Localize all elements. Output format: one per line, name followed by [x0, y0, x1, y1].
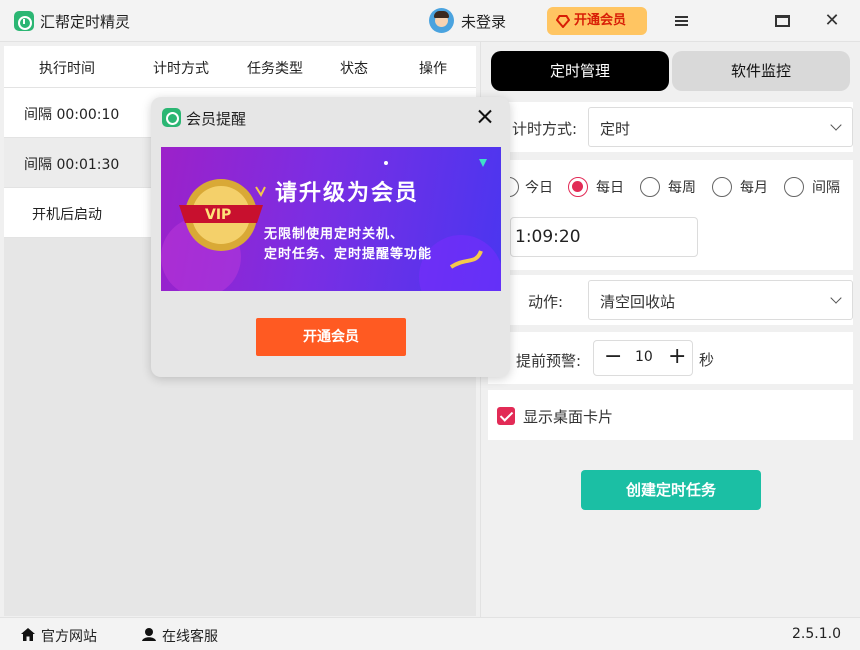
radio-monthly[interactable] [712, 177, 732, 197]
timing-mode-row: 计时方式: 定时 [488, 102, 853, 152]
open-membership-button[interactable]: 开通会员 [256, 318, 406, 356]
table-header: 执行时间 计时方式 任务类型 状态 操作 [4, 46, 476, 88]
timing-mode-select[interactable]: 定时 [588, 107, 853, 147]
alarm-clock-icon [162, 108, 181, 127]
radio-weekly[interactable] [640, 177, 660, 197]
action-value: 清空回收站 [600, 293, 676, 311]
column-header: 计时方式 [153, 61, 209, 77]
tab-software-monitor[interactable]: 软件监控 [672, 51, 850, 91]
tab-timer-management[interactable]: 定时管理 [491, 51, 669, 91]
execution-time: 间隔 00:01:30 [24, 157, 120, 173]
time-input[interactable]: 1:09:20 [510, 217, 698, 257]
execution-time: 间隔 00:00:10 [24, 107, 120, 123]
action-label: 动作: [528, 293, 564, 311]
banner-heading: 请升级为会员 [275, 181, 420, 206]
execution-time: 开机后启动 [32, 207, 102, 223]
diamond-heart-icon [556, 15, 570, 28]
show-card-row: 显示桌面卡片 [488, 390, 853, 440]
dialog-title: 会员提醒 [186, 110, 247, 128]
app-title: 汇帮定时精灵 [40, 13, 131, 31]
home-icon[interactable] [20, 627, 36, 642]
warning-value[interactable]: 10 [635, 349, 653, 365]
warning-row: 提前预警: − 10 + 秒 [488, 332, 853, 384]
radio-label: 每月 [740, 180, 768, 196]
maximize-icon[interactable] [770, 8, 796, 34]
create-task-button[interactable]: 创建定时任务 [581, 470, 761, 510]
version-number: 2.5.1.0 [792, 626, 841, 642]
warning-label: 提前预警: [516, 352, 582, 370]
vip-banner[interactable]: VIP 请升级为会员 无限制使用定时关机、 定时任务、定时提醒等功能 [161, 147, 501, 291]
banner-line: 定时任务、定时提醒等功能 [264, 247, 433, 262]
action-row: 动作: 清空回收站 [488, 275, 853, 325]
time-value: 1:09:20 [515, 227, 581, 247]
close-icon[interactable] [473, 105, 497, 129]
alarm-clock-icon [14, 11, 34, 31]
login-status[interactable]: 未登录 [461, 11, 506, 32]
chevron-down-icon [830, 119, 842, 131]
warning-stepper[interactable]: − 10 + [593, 340, 693, 376]
vip-badge-text: VIP [205, 207, 232, 223]
action-select[interactable]: 清空回收站 [588, 280, 853, 320]
radio-label: 今日 [525, 180, 553, 196]
column-header: 任务类型 [247, 61, 303, 77]
show-card-checkbox[interactable] [497, 407, 515, 425]
column-header: 操作 [419, 61, 447, 77]
plus-icon[interactable]: + [668, 343, 686, 371]
menu-icon[interactable] [669, 8, 695, 34]
chevron-down-icon [830, 292, 842, 304]
column-header: 状态 [340, 61, 368, 77]
title-bar: 汇帮定时精灵 未登录 开通会员 ✕ [0, 0, 860, 42]
membership-reminder-dialog: 会员提醒 VIP 请升级为会员 无限制使用定时关机、 定时任务、定时提醒等功能 … [151, 97, 510, 377]
column-header: 执行时间 [39, 61, 95, 77]
banner-line: 无限制使用定时关机、 [264, 227, 405, 242]
radio-daily[interactable] [568, 177, 588, 197]
task-form-panel: 定时管理 软件监控 计时方式: 定时 今日 每日 每周 每月 间隔 1:09:2… [480, 42, 860, 617]
radio-interval[interactable] [784, 177, 804, 197]
timing-mode-label: 计时方式: [512, 120, 578, 138]
warning-unit: 秒 [699, 351, 715, 369]
show-card-label[interactable]: 显示桌面卡片 [523, 406, 613, 427]
radio-label: 间隔 [812, 180, 840, 196]
radio-label: 每日 [596, 180, 624, 196]
open-vip-button[interactable]: 开通会员 [547, 7, 647, 35]
avatar[interactable] [429, 8, 454, 33]
close-window-icon[interactable]: ✕ [819, 8, 845, 34]
timing-mode-value: 定时 [600, 120, 631, 138]
frequency-card: 今日 每日 每周 每月 间隔 1:09:20 [488, 160, 853, 270]
online-support-link[interactable]: 在线客服 [162, 626, 218, 646]
official-website-link[interactable]: 官方网站 [41, 626, 97, 646]
open-vip-label: 开通会员 [574, 13, 627, 28]
status-bar: 官方网站 在线客服 2.5.1.0 [0, 617, 860, 650]
radio-label: 每周 [668, 180, 696, 196]
customer-service-icon[interactable] [141, 626, 157, 642]
minus-icon[interactable]: − [604, 343, 622, 371]
